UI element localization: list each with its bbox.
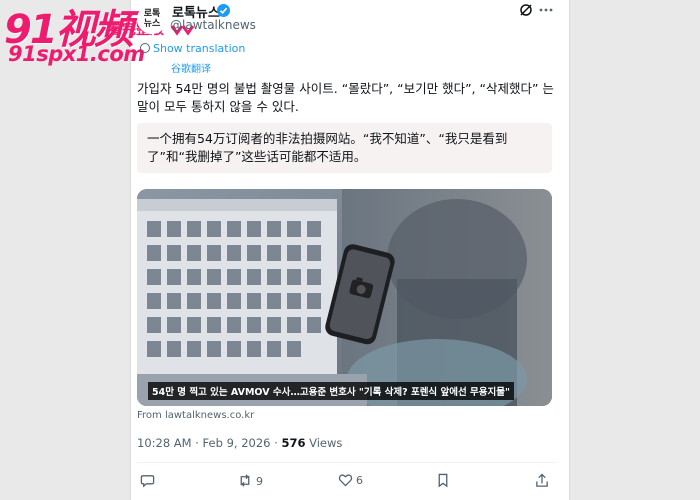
reply-button[interactable] (140, 473, 158, 489)
tweet-meta: 10:28 AM · Feb 9, 2026 · 576 Views (137, 436, 342, 450)
like-button[interactable]: 6 (338, 473, 363, 489)
translation-text: 一个拥有54万订阅者的非法拍摄网站。“我不知道”、“我只是看到了”和“我删掉了”… (147, 131, 508, 164)
author-handle[interactable]: @lawtalknews (170, 18, 256, 32)
media-caption: 54만 명 찍고 있는 AVMOV 수사…고용준 변호사 "기록 삭제? 포렌식… (148, 382, 514, 400)
divider (137, 462, 557, 463)
more-options-icon[interactable] (539, 8, 553, 12)
share-icon (536, 473, 548, 487)
card-border-right (569, 0, 570, 500)
reply-icon (140, 475, 155, 488)
share-button[interactable] (535, 473, 549, 489)
verified-badge-icon (217, 4, 230, 17)
repost-icon (240, 474, 250, 487)
views-label: Views (305, 436, 343, 450)
repost-count: 9 (256, 475, 263, 488)
repost-button[interactable]: 9 (237, 473, 263, 489)
avatar[interactable]: 로톡 뉴스 (137, 4, 167, 34)
show-translation-link[interactable]: Show translation (140, 42, 245, 55)
translated-by-label: 谷歌翻译 (171, 64, 211, 75)
tweet-text: 가입자 54만 명의 불법 촬영물 사이트. “몰랐다”, “보기만 했다”, … (137, 81, 554, 114)
show-translation-label: Show translation (153, 42, 246, 55)
media-source-link[interactable]: From lawtalknews.co.kr (137, 410, 254, 421)
media-illustration (137, 189, 552, 406)
tweet-timestamp[interactable]: 10:28 AM · Feb 9, 2026 · (137, 436, 281, 450)
media-image[interactable] (137, 189, 552, 406)
bookmark-button[interactable] (437, 473, 449, 489)
like-count: 6 (356, 474, 363, 487)
grok-icon[interactable] (519, 3, 533, 17)
heart-icon (338, 474, 353, 487)
bookmark-icon (438, 473, 448, 488)
globe-icon (140, 43, 150, 53)
watermark-url: 91spx1.com (8, 42, 145, 66)
card-border-left (130, 0, 131, 500)
views-count: 576 (281, 436, 306, 450)
